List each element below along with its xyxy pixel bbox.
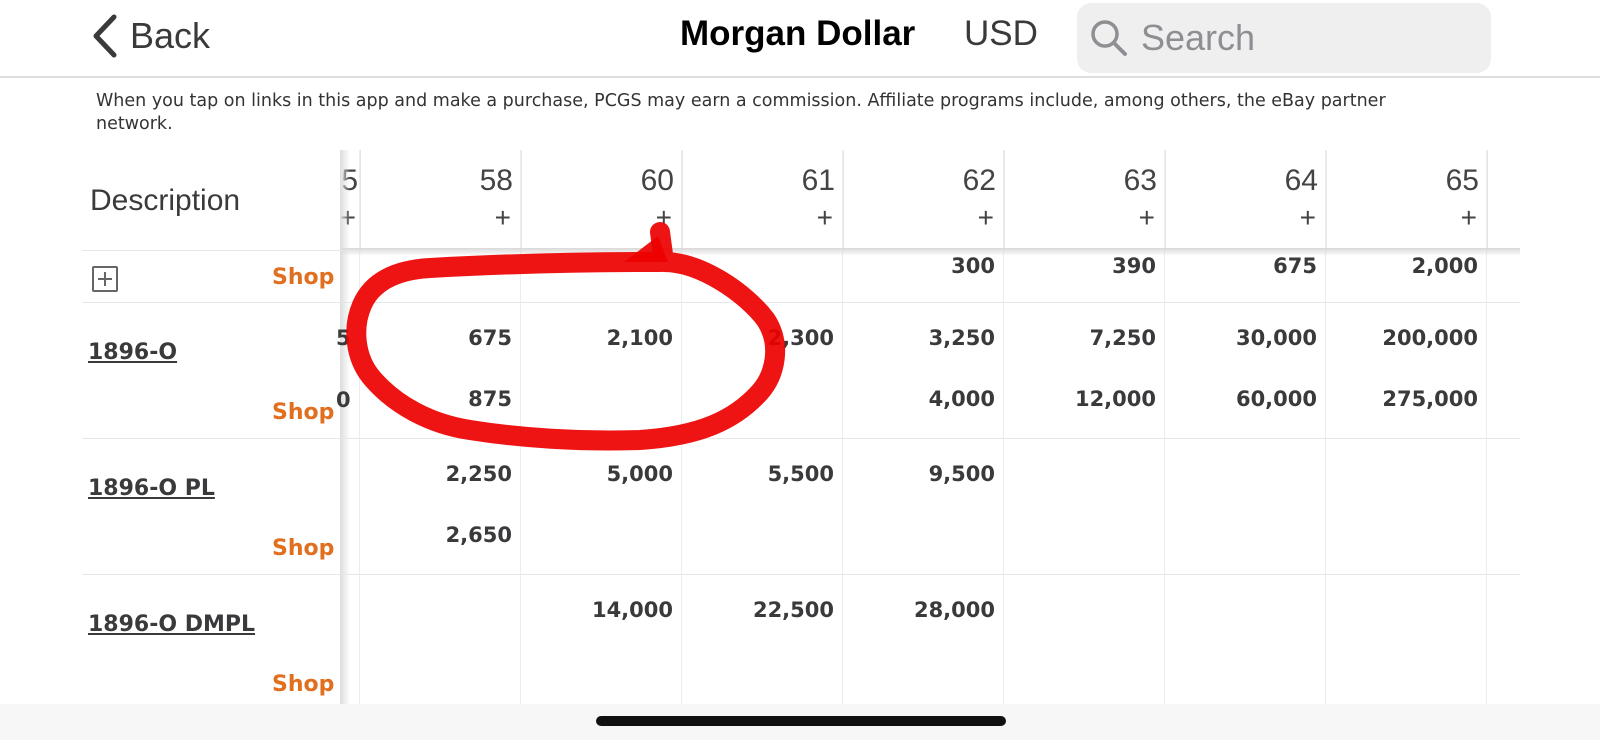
- red-circle-annotation: [346, 222, 786, 451]
- home-indicator: [596, 716, 1006, 726]
